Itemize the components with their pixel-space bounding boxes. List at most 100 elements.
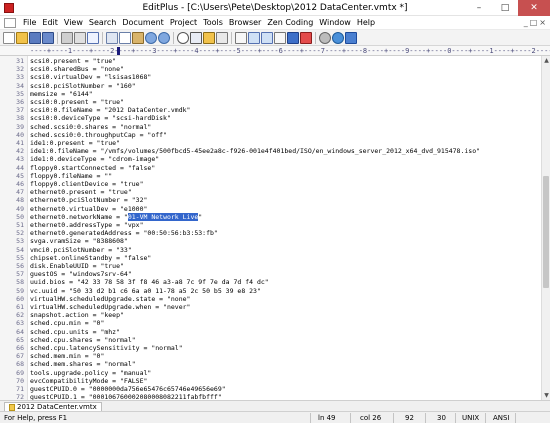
- scrollbar-thumb[interactable]: [543, 176, 549, 288]
- whitespace-icon[interactable]: [274, 31, 286, 44]
- menu-window[interactable]: Window: [316, 18, 354, 27]
- code-text: snapshot.action = "keep": [30, 311, 124, 319]
- maximize-button[interactable]: □: [492, 0, 518, 16]
- word-wrap-icon[interactable]: [235, 31, 247, 44]
- help-icon[interactable]: [345, 31, 357, 44]
- text-editor[interactable]: 31 scsi0.present = "true" 32 scsi0.sharedBu…: [0, 56, 541, 400]
- editor-line: 33 scsi0.virtualDev = "lsisas1068": [0, 73, 541, 81]
- code-text: ide1:0.present = "true": [30, 139, 120, 147]
- open-folder-icon[interactable]: [16, 31, 28, 44]
- line-number: 44: [16, 163, 24, 172]
- line-number: 72: [16, 393, 24, 400]
- mdi-close-button[interactable]: ×: [539, 18, 546, 27]
- code-line-text: memsize = "6144": [30, 89, 93, 98]
- ruler-icon[interactable]: [248, 31, 260, 44]
- document-icon[interactable]: [4, 17, 16, 28]
- bookmark-icon[interactable]: [300, 31, 312, 44]
- editor-line: 31 scsi0.present = "true": [0, 57, 541, 65]
- find-in-files-icon[interactable]: [203, 31, 215, 44]
- code-text: virtualHW.scheduledUpgrade.state = "none…: [30, 295, 190, 303]
- status-line-ending[interactable]: UNIX: [462, 414, 479, 422]
- editor-line: 50 ethernet0.networkName = "01-VM Network…: [0, 212, 541, 221]
- code-line-text: evcCompatibilityMode = "FALSE": [30, 376, 148, 385]
- mdi-minimize-button[interactable]: _: [524, 18, 528, 27]
- menu-help[interactable]: Help: [354, 18, 378, 27]
- cut-icon[interactable]: [106, 31, 118, 44]
- code-line-text: scsi0.pciSlotNumber = "160": [30, 81, 136, 90]
- ruler: ----+----1----+----2----+----3----+----4…: [0, 46, 550, 56]
- code-text: scsi0.virtualDev = "lsisas1068": [30, 73, 151, 81]
- line-number: 54: [16, 245, 24, 254]
- scroll-up-arrow-icon[interactable]: ▲: [542, 56, 550, 65]
- code-line-text: ethernet0.addressType = "vpx": [30, 221, 144, 229]
- toolbar-separator: [173, 31, 174, 44]
- menu-tools[interactable]: Tools: [200, 18, 226, 27]
- menu-search[interactable]: Search: [86, 18, 119, 27]
- line-number: 45: [16, 171, 24, 180]
- code-line-text: ide1:0.present = "true": [30, 139, 121, 147]
- print-icon[interactable]: [61, 31, 73, 44]
- ruler-scale: ----+----1----+----2----+----3----+----4…: [30, 47, 550, 55]
- settings-icon[interactable]: [319, 31, 331, 44]
- code-line-text: scsi0.present = "true": [30, 57, 117, 65]
- find-icon[interactable]: [177, 31, 189, 44]
- replace-icon[interactable]: [190, 31, 202, 44]
- line-number: 65: [16, 335, 24, 344]
- paste-icon[interactable]: [132, 31, 144, 44]
- menu-project[interactable]: Project: [167, 18, 200, 27]
- print-preview-icon[interactable]: [74, 31, 86, 44]
- code-text: ethernet0.virtualDev = "e1000": [30, 205, 147, 213]
- code-line-text: ethernet0.virtualDev = "e1000": [30, 204, 148, 213]
- editor-line: 72 guestCPUID.1 = "0001067600020800080822…: [0, 393, 541, 400]
- code-line-text: snapshot.action = "keep": [30, 311, 124, 320]
- undo-icon[interactable]: [145, 31, 157, 44]
- editor-line: 57 guestOS = "windows7srv-64": [0, 270, 541, 278]
- save-icon[interactable]: [29, 31, 41, 44]
- code-line-text: floppy0.clientDevice = "true": [30, 180, 144, 188]
- code-text: guestCPUID.0 = "0000000da756e65476c65746…: [30, 385, 226, 393]
- spell-check-icon[interactable]: [87, 31, 99, 44]
- code-text: sched.cpu.latencySensitivity = "normal": [30, 344, 183, 352]
- copy-icon[interactable]: [119, 31, 131, 44]
- editor-line: 55 chipset.onlineStandby = "false": [0, 254, 541, 262]
- line-number: 50: [16, 212, 24, 221]
- save-all-icon[interactable]: [42, 31, 54, 44]
- code-line-text: vmci0.pciSlotNumber = "33": [30, 245, 132, 254]
- vertical-scrollbar[interactable]: ▲ ▼: [541, 56, 550, 400]
- close-button[interactable]: ✕: [518, 0, 550, 16]
- editor-line: 54 vmci0.pciSlotNumber = "33": [0, 246, 541, 254]
- line-number-icon[interactable]: [261, 31, 273, 44]
- code-line-text-after: ": [198, 212, 203, 221]
- menu-file[interactable]: File: [20, 18, 39, 27]
- code-text: uuid.bios = "42 33 78 58 3f f8 46 a3-a8 …: [30, 278, 269, 286]
- code-line-text: ethernet0.networkName = ": [30, 212, 128, 221]
- document-tab[interactable]: 2012 DataCenter.vmtx: [4, 402, 102, 411]
- status-encoding[interactable]: ANSI: [493, 414, 510, 422]
- code-line-text: chipset.onlineStandby = "false": [30, 253, 152, 262]
- toolbar-separator: [315, 31, 316, 44]
- menu-zen-coding[interactable]: Zen Coding: [264, 18, 316, 27]
- menu-bar: File Edit View Search Document Project T…: [0, 16, 550, 30]
- goto-line-icon[interactable]: [216, 31, 228, 44]
- code-line-text: sched.cpu.shares = "normal": [30, 335, 136, 344]
- line-number: 40: [16, 130, 24, 139]
- editor-line: 32 scsi0.sharedBus = "none": [0, 65, 541, 73]
- menu-view[interactable]: View: [61, 18, 86, 27]
- redo-icon[interactable]: [158, 31, 170, 44]
- code-line-text: uuid.bios = "42 33 78 58 3f f8 46 a3-a8 …: [30, 278, 269, 287]
- status-column: col 26: [360, 414, 382, 422]
- column-select-icon[interactable]: [287, 31, 299, 44]
- minimize-button[interactable]: –: [466, 0, 492, 16]
- status-total-lines: 92: [405, 414, 414, 422]
- browser-view-icon[interactable]: [332, 31, 344, 44]
- new-file-icon[interactable]: [3, 31, 15, 44]
- code-text: ide1:0.fileName = "/vmfs/volumes/500fbcd…: [30, 147, 480, 155]
- code-line-text: guestCPUID.0 = "0000000da756e65476c65746…: [30, 385, 226, 393]
- menu-document[interactable]: Document: [119, 18, 166, 27]
- menu-edit[interactable]: Edit: [39, 18, 61, 27]
- scroll-down-arrow-icon[interactable]: ▼: [542, 391, 550, 400]
- mdi-restore-button[interactable]: □: [530, 18, 538, 27]
- status-divider: [393, 413, 394, 423]
- line-number: 48: [16, 196, 24, 205]
- menu-browser[interactable]: Browser: [226, 18, 264, 27]
